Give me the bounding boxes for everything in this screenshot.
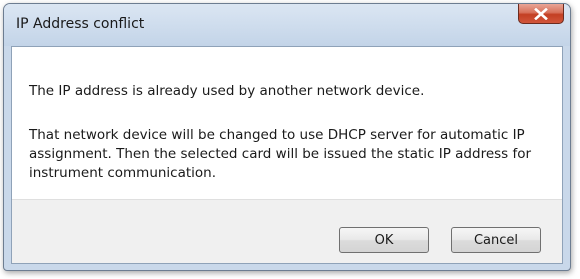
button-bar: OK Cancel [12,199,562,263]
cancel-button[interactable]: Cancel [451,227,541,253]
message-text-2: That network device will be changed to u… [29,127,532,181]
title-bar[interactable]: IP Address conflict [4,4,570,46]
ok-button[interactable]: OK [339,227,429,253]
close-button[interactable] [518,4,564,24]
ip-conflict-dialog: IP Address conflict The IP address is al… [3,3,571,271]
dialog-title: IP Address conflict [16,16,145,32]
dialog-content: The IP address is already used by anothe… [11,46,563,264]
close-icon [534,7,548,20]
message-text-1: The IP address is already used by anothe… [29,83,425,99]
